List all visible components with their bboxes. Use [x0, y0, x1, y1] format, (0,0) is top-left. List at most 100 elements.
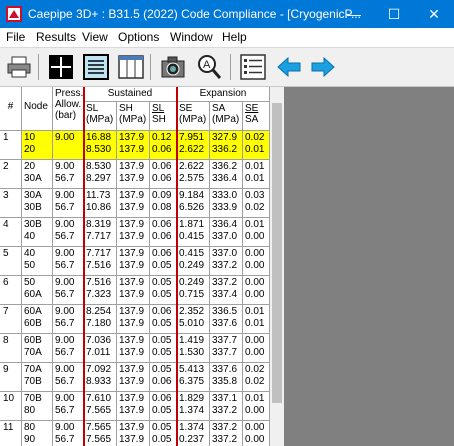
cell-node[interactable]: 40 50 — [22, 247, 53, 276]
cell-sh[interactable]: 137.9 137.9 — [117, 131, 150, 160]
cell-node[interactable]: 70A 70B — [22, 363, 53, 392]
cell-se-sa[interactable]: 0.02 0.01 — [243, 131, 270, 160]
cell-se-sa[interactable]: 0.00 0.00 — [243, 334, 270, 363]
cell-se[interactable]: 9.184 6.526 — [177, 189, 210, 218]
maximize-button[interactable]: ☐ — [374, 0, 414, 28]
cell-se-sa[interactable]: 0.00 0.00 — [243, 421, 270, 446]
cell-sl-sh[interactable]: 0.12 0.06 — [150, 131, 177, 160]
minimize-button[interactable]: — — [334, 0, 374, 28]
cell-sh[interactable]: 137.9 137.9 — [117, 305, 150, 334]
row-number[interactable]: 9 — [0, 363, 22, 392]
row-number[interactable]: 10 — [0, 392, 22, 421]
cell-press-allow[interactable]: 9.00 56.7 — [53, 247, 84, 276]
cell-press-allow[interactable]: 9.00 56.7 — [53, 276, 84, 305]
cell-sa[interactable]: 337.1 337.2 — [210, 392, 243, 421]
vertical-scrollbar[interactable] — [270, 87, 284, 446]
cell-sa[interactable]: 337.6 335.8 — [210, 363, 243, 392]
cell-sl[interactable]: 7.610 7.565 — [84, 392, 117, 421]
row-number[interactable]: 11 — [0, 421, 22, 446]
cell-node[interactable]: 70B 80 — [22, 392, 53, 421]
cell-se-sa[interactable]: 0.03 0.02 — [243, 189, 270, 218]
cell-se-sa[interactable]: 0.00 0.00 — [243, 276, 270, 305]
cell-sl[interactable]: 8.254 7.180 — [84, 305, 117, 334]
cell-sh[interactable]: 137.9 137.9 — [117, 218, 150, 247]
cell-sl[interactable]: 7.516 7.323 — [84, 276, 117, 305]
cell-se[interactable]: 7.951 2.622 — [177, 131, 210, 160]
cell-sl[interactable]: 7.565 7.565 — [84, 421, 117, 446]
close-button[interactable]: ✕ — [414, 0, 454, 28]
cell-sl-sh[interactable]: 0.06 0.05 — [150, 305, 177, 334]
row-number[interactable]: 6 — [0, 276, 22, 305]
cell-sl-sh[interactable]: 0.06 0.06 — [150, 160, 177, 189]
cell-node[interactable]: 80 90 — [22, 421, 53, 446]
cell-se[interactable]: 2.352 5.010 — [177, 305, 210, 334]
cell-node[interactable]: 60B 70A — [22, 334, 53, 363]
document-icon[interactable] — [83, 54, 109, 80]
cell-press-allow[interactable]: 9.00 56.7 — [53, 218, 84, 247]
cell-sh[interactable]: 137.9 137.9 — [117, 247, 150, 276]
cell-sl[interactable]: 8.319 7.717 — [84, 218, 117, 247]
grid-icon[interactable] — [48, 54, 74, 80]
cell-se[interactable]: 1.419 1.530 — [177, 334, 210, 363]
printer-icon[interactable] — [6, 54, 32, 80]
row-number[interactable]: 7 — [0, 305, 22, 334]
cell-press-allow[interactable]: 9.00 56.7 — [53, 189, 84, 218]
cell-press-allow[interactable]: 9.00 56.7 — [53, 334, 84, 363]
cell-sl[interactable]: 16.88 8.530 — [84, 131, 117, 160]
cell-sl-sh[interactable]: 0.05 0.05 — [150, 334, 177, 363]
cell-sh[interactable]: 137.9 137.9 — [117, 421, 150, 446]
menu-help[interactable]: Help — [222, 30, 247, 44]
list-icon[interactable] — [240, 54, 266, 80]
cell-sh[interactable]: 137.9 137.9 — [117, 363, 150, 392]
cell-sl-sh[interactable]: 0.06 0.05 — [150, 247, 177, 276]
cell-sl-sh[interactable]: 0.06 0.05 — [150, 392, 177, 421]
row-number[interactable]: 3 — [0, 189, 22, 218]
cell-se[interactable]: 1.829 1.374 — [177, 392, 210, 421]
cell-sl-sh[interactable]: 0.05 0.05 — [150, 421, 177, 446]
cell-sa[interactable]: 336.2 336.4 — [210, 160, 243, 189]
cell-sh[interactable]: 137.9 137.9 — [117, 160, 150, 189]
cell-se-sa[interactable]: 0.01 0.01 — [243, 160, 270, 189]
cell-press-allow[interactable]: 9.00 56.7 — [53, 305, 84, 334]
cell-se-sa[interactable]: 0.01 0.00 — [243, 218, 270, 247]
cell-press-allow[interactable]: 9.00 56.7 — [53, 363, 84, 392]
row-number[interactable]: 2 — [0, 160, 22, 189]
arrow-right-icon[interactable] — [310, 54, 336, 80]
cell-se[interactable]: 0.415 0.249 — [177, 247, 210, 276]
cell-sh[interactable]: 137.9 137.9 — [117, 392, 150, 421]
menu-view[interactable]: View — [82, 30, 108, 44]
cell-se[interactable]: 5.413 6.375 — [177, 363, 210, 392]
cell-se[interactable]: 0.249 0.715 — [177, 276, 210, 305]
cell-sa[interactable]: 336.5 337.6 — [210, 305, 243, 334]
cell-sa[interactable]: 337.2 337.4 — [210, 276, 243, 305]
cell-node[interactable]: 60A 60B — [22, 305, 53, 334]
cell-sl[interactable]: 7.092 8.933 — [84, 363, 117, 392]
cell-sl[interactable]: 7.036 7.011 — [84, 334, 117, 363]
cell-node[interactable]: 10 20 — [22, 131, 53, 160]
cell-sa[interactable]: 337.7 337.7 — [210, 334, 243, 363]
cell-sa[interactable]: 333.0 333.9 — [210, 189, 243, 218]
menu-window[interactable]: Window — [170, 30, 213, 44]
cell-sa[interactable]: 336.4 337.0 — [210, 218, 243, 247]
cell-node[interactable]: 30A 30B — [22, 189, 53, 218]
cell-se[interactable]: 1.871 0.415 — [177, 218, 210, 247]
cell-sh[interactable]: 137.9 137.9 — [117, 276, 150, 305]
cell-se-sa[interactable]: 0.00 0.00 — [243, 247, 270, 276]
cell-press-allow[interactable]: 9.00 — [53, 131, 84, 160]
row-number[interactable]: 8 — [0, 334, 22, 363]
cell-press-allow[interactable]: 9.00 56.7 — [53, 160, 84, 189]
columns-icon[interactable] — [118, 54, 144, 80]
cell-se-sa[interactable]: 0.01 0.01 — [243, 305, 270, 334]
cell-sa[interactable]: 337.0 337.2 — [210, 247, 243, 276]
cell-sl-sh[interactable]: 0.06 0.06 — [150, 218, 177, 247]
cell-sl-sh[interactable]: 0.05 0.06 — [150, 363, 177, 392]
cell-press-allow[interactable]: 9.00 56.7 — [53, 392, 84, 421]
arrow-left-icon[interactable] — [276, 54, 302, 80]
cell-sl[interactable]: 11.73 10.86 — [84, 189, 117, 218]
cell-sl[interactable]: 8.530 8.297 — [84, 160, 117, 189]
cell-sa[interactable]: 337.2 337.2 — [210, 421, 243, 446]
cell-node[interactable]: 20 30A — [22, 160, 53, 189]
cell-node[interactable]: 30B 40 — [22, 218, 53, 247]
cell-se-sa[interactable]: 0.01 0.00 — [243, 392, 270, 421]
row-number[interactable]: 1 — [0, 131, 22, 160]
